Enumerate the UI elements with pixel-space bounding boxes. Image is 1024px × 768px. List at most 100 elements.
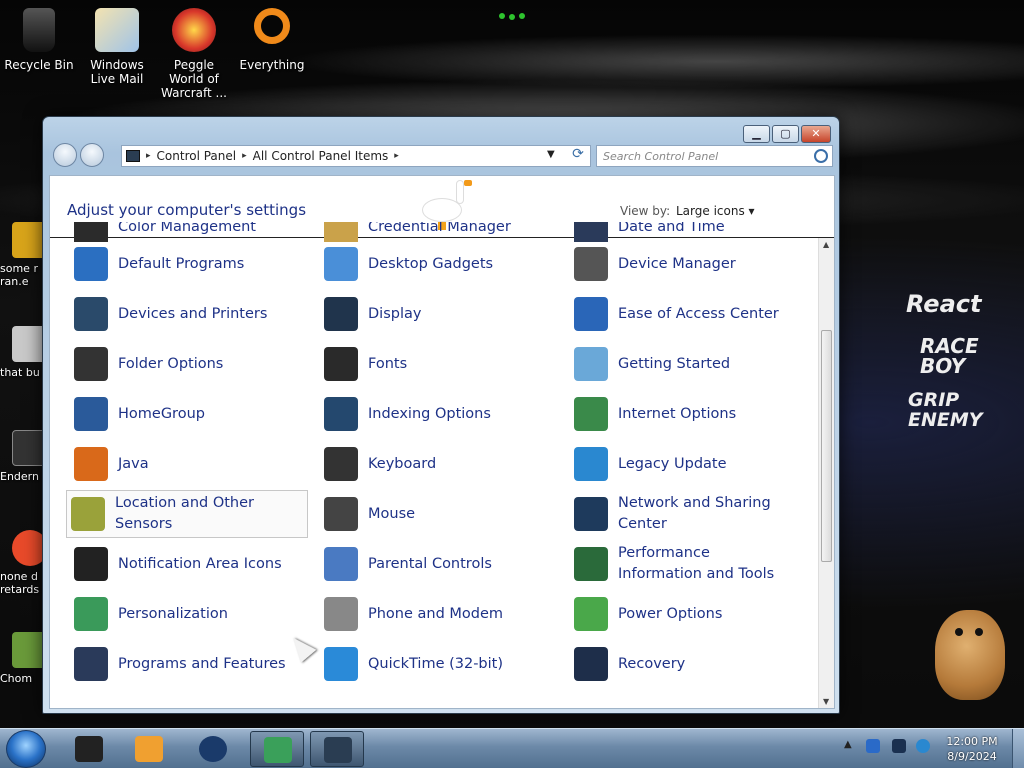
cp-item-parental-controls[interactable]: Parental Controls: [320, 540, 562, 588]
cp-item-ease-of-access-center[interactable]: Ease of Access Center: [570, 290, 812, 338]
app-icon: [264, 737, 292, 763]
back-button[interactable]: [53, 143, 77, 167]
vertical-scrollbar[interactable]: ▲ ▼: [818, 238, 834, 708]
taskbar-app-2[interactable]: [122, 731, 176, 767]
item-label: Keyboard: [368, 455, 437, 472]
monitor-icon[interactable]: [892, 739, 906, 753]
item-label: QuickTime (32-bit): [368, 655, 504, 672]
desktop-icon-side-2[interactable]: that bu: [0, 326, 46, 379]
item-label: Java: [118, 455, 149, 472]
app-icon: [75, 736, 103, 762]
taskbar-app-3[interactable]: [186, 731, 240, 767]
decal-raceboy: RACE BOY: [920, 334, 979, 378]
desktop-icon-label: Chom: [0, 672, 33, 685]
control-panel-window: ▁ ▢ ✕ ▸ Control Panel ▸ All Control Pane…: [42, 116, 840, 714]
cp-item-mouse[interactable]: Mouse: [320, 490, 562, 538]
search-input[interactable]: Search Control Panel: [596, 145, 833, 167]
clock[interactable]: 12:00 PM 8/9/2024: [940, 734, 1004, 764]
getting-started-icon: [574, 347, 608, 381]
cp-item-notification-area-icons[interactable]: Notification Area Icons: [70, 540, 312, 588]
desktop-icon-peggle[interactable]: Peggle World of Warcraft ...: [156, 8, 232, 100]
keyboard-icon: [324, 447, 358, 481]
breadcrumb-all-items[interactable]: All Control Panel Items: [253, 149, 389, 163]
item-label: Credential Manager: [368, 222, 511, 235]
item-label: Location and Other Sensors: [115, 495, 254, 532]
item-label: Notification Area Icons: [118, 555, 282, 572]
desktop-icon-label: Windows Live Mail: [90, 58, 144, 86]
item-label: Parental Controls: [368, 555, 492, 572]
cp-item-display[interactable]: Display: [320, 290, 562, 338]
item-label: Folder Options: [118, 355, 224, 372]
desktop-icon-label: none d retards: [0, 570, 40, 596]
control-panel-icon: [324, 737, 352, 763]
breadcrumb-control-panel[interactable]: Control Panel: [157, 149, 237, 163]
cp-item-getting-started[interactable]: Getting Started: [570, 340, 812, 388]
performance-information-and-tools-icon: [574, 547, 608, 581]
desktop-icon-windows-live-mail[interactable]: Windows Live Mail: [79, 8, 155, 86]
desktop-icon-side-5[interactable]: Chom: [0, 632, 46, 685]
tray-expand-icon[interactable]: ▲: [844, 739, 852, 750]
file-icon: [12, 326, 46, 362]
magnifier-icon: [254, 8, 290, 44]
globe-icon: [199, 736, 227, 762]
cp-item-homegroup[interactable]: HomeGroup: [70, 390, 312, 438]
cp-item-devices-and-printers[interactable]: Devices and Printers: [70, 290, 312, 338]
ease-of-access-center-icon: [574, 297, 608, 331]
search-icon[interactable]: [814, 149, 828, 163]
desktop-icon-label: that bu: [0, 366, 40, 379]
desktop-icon-side-1[interactable]: some r ran.e: [0, 222, 46, 288]
cp-item-performance-information-and-tools[interactable]: Performance Information and Tools: [570, 540, 812, 588]
item-label: Network and Sharing Center: [618, 495, 771, 532]
item-label: Personalization: [118, 605, 228, 622]
cp-item-folder-options[interactable]: Folder Options: [70, 340, 312, 388]
cp-item-location-and-other-sensors[interactable]: Location and Other Sensors: [66, 490, 308, 538]
cp-item-default-programs[interactable]: Default Programs: [70, 240, 312, 288]
decal-react: React: [906, 290, 982, 318]
cp-item-indexing-options[interactable]: Indexing Options: [320, 390, 562, 438]
refresh-icon[interactable]: ⟳: [567, 146, 589, 166]
cp-item-internet-options[interactable]: Internet Options: [570, 390, 812, 438]
chevron-down-icon[interactable]: ▼: [547, 149, 555, 160]
device-manager-icon: [574, 247, 608, 281]
desktop-icon-side-3[interactable]: Endern: [0, 430, 46, 483]
cp-item-personalization[interactable]: Personalization: [70, 590, 312, 638]
cp-item-java[interactable]: Java: [70, 440, 312, 488]
cp-item-phone-and-modem[interactable]: Phone and Modem: [320, 590, 562, 638]
cp-item-legacy-update[interactable]: Legacy Update: [570, 440, 812, 488]
cp-item-quicktime-32-bit[interactable]: QuickTime (32-bit): [320, 640, 562, 688]
clock-date: 8/9/2024: [947, 750, 997, 763]
volume-icon[interactable]: [916, 739, 930, 753]
desktop-gadgets-icon: [324, 247, 358, 281]
forward-button[interactable]: [80, 143, 104, 167]
taskbar-app-4[interactable]: [250, 731, 304, 767]
desktop-icon-recycle-bin[interactable]: Recycle Bin: [1, 8, 77, 72]
cp-item-device-manager[interactable]: Device Manager: [570, 240, 812, 288]
cp-item-power-options[interactable]: Power Options: [570, 590, 812, 638]
scroll-down-icon[interactable]: ▼: [823, 697, 829, 706]
cp-item-keyboard[interactable]: Keyboard: [320, 440, 562, 488]
show-desktop-button[interactable]: [1012, 729, 1024, 768]
recovery-icon: [574, 647, 608, 681]
network-icon[interactable]: [866, 739, 880, 753]
java-icon: [74, 447, 108, 481]
cp-item-desktop-gadgets[interactable]: Desktop Gadgets: [320, 240, 562, 288]
cp-item-fonts[interactable]: Fonts: [320, 340, 562, 388]
indexing-options-icon: [324, 397, 358, 431]
cp-item-programs-and-features[interactable]: Programs and Features: [70, 640, 312, 688]
desktop-icon-side-4[interactable]: none d retards: [0, 530, 46, 596]
taskbar-control-panel[interactable]: [310, 731, 364, 767]
start-button[interactable]: [6, 730, 46, 768]
cp-item-recovery[interactable]: Recovery: [570, 640, 812, 688]
homegroup-icon: [74, 397, 108, 431]
taskbar-app-1[interactable]: [62, 731, 116, 767]
item-label: Device Manager: [618, 255, 736, 272]
view-by-dropdown[interactable]: Large icons ▾: [676, 204, 755, 218]
scroll-thumb[interactable]: [821, 330, 832, 562]
desktop-icon-everything[interactable]: Everything: [234, 8, 310, 72]
scroll-up-icon[interactable]: ▲: [823, 240, 829, 249]
cp-item-network-and-sharing-center[interactable]: Network and Sharing Center: [570, 490, 812, 538]
item-label: Fonts: [368, 355, 408, 372]
page-title: Adjust your computer's settings: [67, 201, 307, 219]
address-bar[interactable]: ▸ Control Panel ▸ All Control Panel Item…: [121, 145, 591, 167]
item-label: Getting Started: [618, 355, 731, 372]
